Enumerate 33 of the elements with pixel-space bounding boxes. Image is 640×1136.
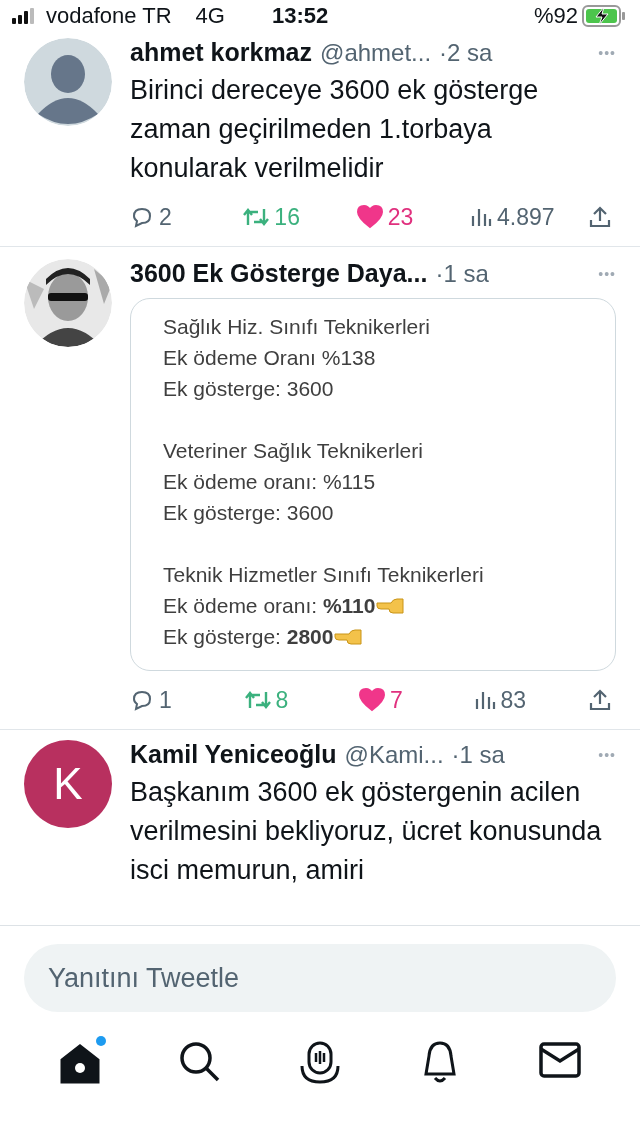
tweet-text: Başkanım 3600 ek göstergenin acilen verilmesini bekliyoruz, ücret konusunda isci memurun, amiri (130, 776, 603, 887)
tweet-text: Birinci dereceye 3600 ek gösterge zaman geçirilmeden 1.torbaya konularak verilmelidir (130, 74, 540, 185)
like-count: 7 (390, 686, 403, 714)
post-time: ·1 sa (435, 259, 489, 288)
card-text: Ek gösterge: 2800 (163, 624, 334, 649)
card-text: Ek gösterge: 3600 (163, 376, 334, 401)
card-text: Ek ödeme oranı: %110 (163, 593, 376, 618)
card-text: Ek ödeme Oranı %138 (163, 345, 376, 370)
card-text: Veteriner Sağlık Teknikerleri (163, 438, 423, 463)
card-text: Ek ödeme oranı: %115 (163, 469, 376, 494)
card-text: Ek gösterge: 3600 (163, 500, 334, 525)
retweet-count: 8 (275, 686, 289, 714)
author-name[interactable]: Kamil Yeniceoğlu (130, 740, 337, 769)
view-count: 83 (500, 686, 527, 714)
reply-input-field[interactable]: Yanıtını Tweetle (24, 944, 616, 1012)
like-count: 23 (387, 203, 414, 231)
author-name[interactable]: ahmet korkmaz (130, 38, 313, 67)
author-handle[interactable]: @Kami... (344, 740, 444, 769)
network-type: 4G (195, 3, 225, 29)
card-text: Teknik Hizmetler Sınıfı Teknikerleri (163, 562, 484, 587)
clock: 13:52 (272, 3, 330, 29)
author-name[interactable]: 3600 Ek Gösterge Daya... (130, 259, 428, 288)
view-count: 4.897 (497, 203, 555, 231)
retweet-count: 16 (274, 203, 300, 231)
reply-count: 2 (159, 203, 172, 231)
reply-count: 1 (159, 686, 172, 714)
carrier-name: vodafone TR (46, 3, 172, 29)
author-handle[interactable]: @ahmet... (320, 38, 432, 67)
battery-percent: %92 (533, 3, 578, 29)
card-text: Sağlık Hiz. Sınıfı Teknikerleri (163, 314, 430, 339)
post-time: ·1 sa (451, 740, 505, 769)
letter-avatar[interactable]: K (24, 740, 112, 828)
post-time: ·2 sa (439, 38, 493, 67)
